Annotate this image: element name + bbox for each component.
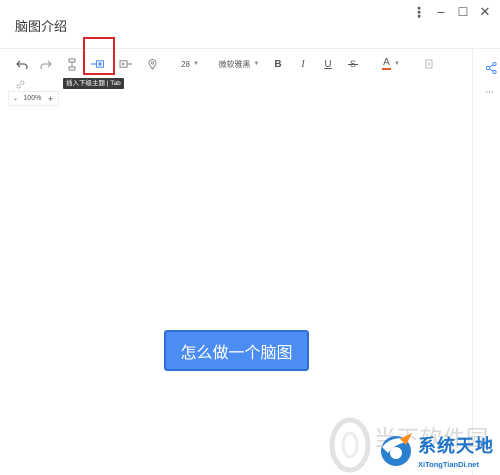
font-color-swatch: A: [382, 57, 392, 70]
format-painter-icon: [425, 59, 433, 69]
insert-parent-topic-button[interactable]: [64, 53, 80, 75]
undo-button[interactable]: [14, 53, 30, 75]
chevron-down-icon: ▼: [253, 61, 260, 67]
zoom-in-button[interactable]: +: [48, 94, 53, 104]
font-color-button[interactable]: A ▼: [379, 53, 403, 75]
toolbar: 28▼ 微软雅黑▼ B I U S A ▼: [0, 53, 472, 75]
zoom-level: 100%: [23, 95, 42, 102]
font-size-select[interactable]: 28 ▼: [177, 53, 203, 75]
watermark-logo-icon: [381, 433, 414, 466]
insert-sibling-topic-icon: [119, 60, 132, 68]
insert-sibling-topic-button[interactable]: [117, 53, 135, 75]
location-button[interactable]: [145, 53, 159, 75]
redo-button[interactable]: [38, 53, 54, 75]
watermark-ring-icon: [329, 417, 371, 473]
minimize-button[interactable]: −: [430, 3, 452, 21]
close-button[interactable]: ✕: [474, 3, 496, 21]
more-icon[interactable]: ···: [485, 86, 494, 98]
insert-parent-topic-icon: [68, 58, 76, 70]
highlight-box: [83, 37, 115, 75]
italic-button[interactable]: I: [296, 53, 310, 75]
document-title: 脑图介绍: [15, 19, 68, 34]
window-more-icon[interactable]: ⋮: [408, 3, 430, 21]
bold-button[interactable]: B: [271, 53, 285, 75]
font-color-bar: [382, 68, 392, 70]
chevron-down-icon: ▼: [192, 61, 199, 67]
format-painter-button[interactable]: [422, 53, 436, 75]
strikethrough-button[interactable]: S: [346, 53, 360, 75]
maximize-button[interactable]: ☐: [452, 3, 474, 21]
right-side-panel: [472, 49, 500, 475]
redo-icon: [40, 60, 52, 69]
title-bar: 脑图介绍 ⋮ − ☐ ✕: [0, 0, 500, 48]
zoom-out-button[interactable]: -: [14, 94, 17, 104]
watermark-url: XiTongTianDi.net: [418, 460, 479, 469]
strike-line: [347, 64, 358, 65]
watermark-title: 系统天地: [418, 436, 494, 456]
share-button[interactable]: [485, 61, 497, 79]
font-size-value: 28: [181, 59, 190, 69]
underline-button[interactable]: U: [321, 53, 335, 75]
strikethrough-label: S: [347, 59, 358, 69]
font-color-label: A: [383, 57, 390, 68]
title-divider: [0, 48, 500, 49]
central-topic[interactable]: 怎么做一个脑图: [164, 330, 309, 371]
zoom-control: - 100% +: [8, 91, 59, 106]
chevron-down-icon: ▼: [394, 61, 400, 67]
undo-icon: [16, 60, 28, 69]
window-controls: ⋮ − ☐ ✕: [408, 3, 496, 21]
location-pin-icon: [147, 58, 157, 70]
tooltip: 插入下级主题 | Tab: [63, 78, 124, 89]
link-icon: [16, 80, 25, 89]
font-family-select[interactable]: 微软雅黑 ▼: [217, 53, 261, 75]
share-icon: [485, 61, 497, 75]
watermark: 当下软件园 系统天地 XiTongTianDi.net: [326, 415, 500, 475]
font-family-value: 微软雅黑: [218, 59, 251, 69]
